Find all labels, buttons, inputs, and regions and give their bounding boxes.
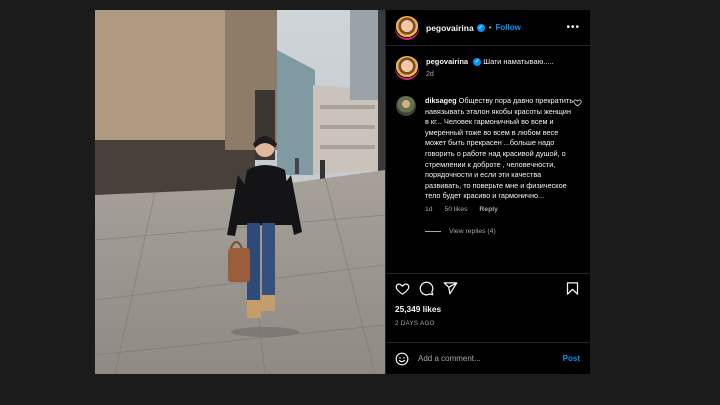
commenter-username[interactable]: diksageg — [425, 96, 457, 105]
comment-time[interactable]: 1d — [425, 206, 433, 213]
bookmark-icon[interactable] — [565, 281, 580, 296]
likes-count[interactable]: 25,349 likes — [386, 304, 590, 314]
view-replies-button[interactable]: View replies (4) — [425, 228, 580, 235]
post-photo[interactable] — [95, 10, 385, 374]
emoji-icon[interactable] — [395, 352, 409, 366]
post-date[interactable]: 2 DAYS AGO — [386, 320, 590, 330]
view-replies-label[interactable]: View replies (4) — [449, 228, 496, 235]
separator-dot: • — [488, 23, 492, 32]
commenter-avatar[interactable] — [396, 96, 416, 116]
comment-icon[interactable] — [419, 281, 434, 296]
post-caption: pegovairina ✓ Шаги наматываю..... 2d — [395, 56, 580, 80]
photo-illustration — [95, 10, 385, 374]
avatar[interactable] — [395, 56, 419, 80]
share-icon[interactable] — [443, 281, 458, 296]
comment-text: Обществу пора давно прекратить навязыват… — [425, 96, 574, 201]
post-comment-button[interactable]: Post — [563, 354, 580, 363]
caption-text: Шаги наматываю..... — [483, 57, 554, 66]
more-options-button[interactable]: ••• — [566, 22, 580, 33]
avatar[interactable] — [395, 15, 419, 40]
comment-likes[interactable]: 50 likes — [444, 206, 467, 213]
verified-badge-icon: ✓ — [473, 58, 482, 67]
replies-line — [425, 230, 441, 232]
comments-list[interactable]: pegovairina ✓ Шаги наматываю..... 2d dik… — [386, 46, 590, 273]
add-comment-input[interactable] — [418, 354, 563, 363]
post-side-panel: pegovairina ✓ • Follow ••• pegovairina ✓… — [385, 10, 590, 374]
caption-username[interactable]: pegovairina — [426, 57, 468, 66]
reply-button[interactable]: Reply — [479, 206, 498, 213]
post-modal: pegovairina ✓ • Follow ••• pegovairina ✓… — [95, 10, 590, 374]
post-actions — [386, 273, 590, 303]
verified-badge-icon: ✓ — [476, 23, 485, 32]
heart-icon[interactable] — [573, 98, 582, 107]
author-username[interactable]: pegovairina — [426, 23, 474, 33]
heart-icon[interactable] — [395, 281, 410, 296]
follow-button[interactable]: Follow — [496, 23, 521, 32]
comment-meta: 1d 50 likes Reply — [425, 205, 575, 216]
caption-time[interactable]: 2d — [426, 69, 554, 80]
comment-body: diksageg Обществу пора давно прекратить … — [425, 96, 575, 216]
add-comment-bar: Post — [386, 342, 590, 374]
caption-body: pegovairina ✓ Шаги наматываю..... 2d — [426, 56, 554, 80]
comment-item: diksageg Обществу пора давно прекратить … — [395, 96, 582, 216]
post-header: pegovairina ✓ • Follow ••• — [386, 10, 590, 46]
